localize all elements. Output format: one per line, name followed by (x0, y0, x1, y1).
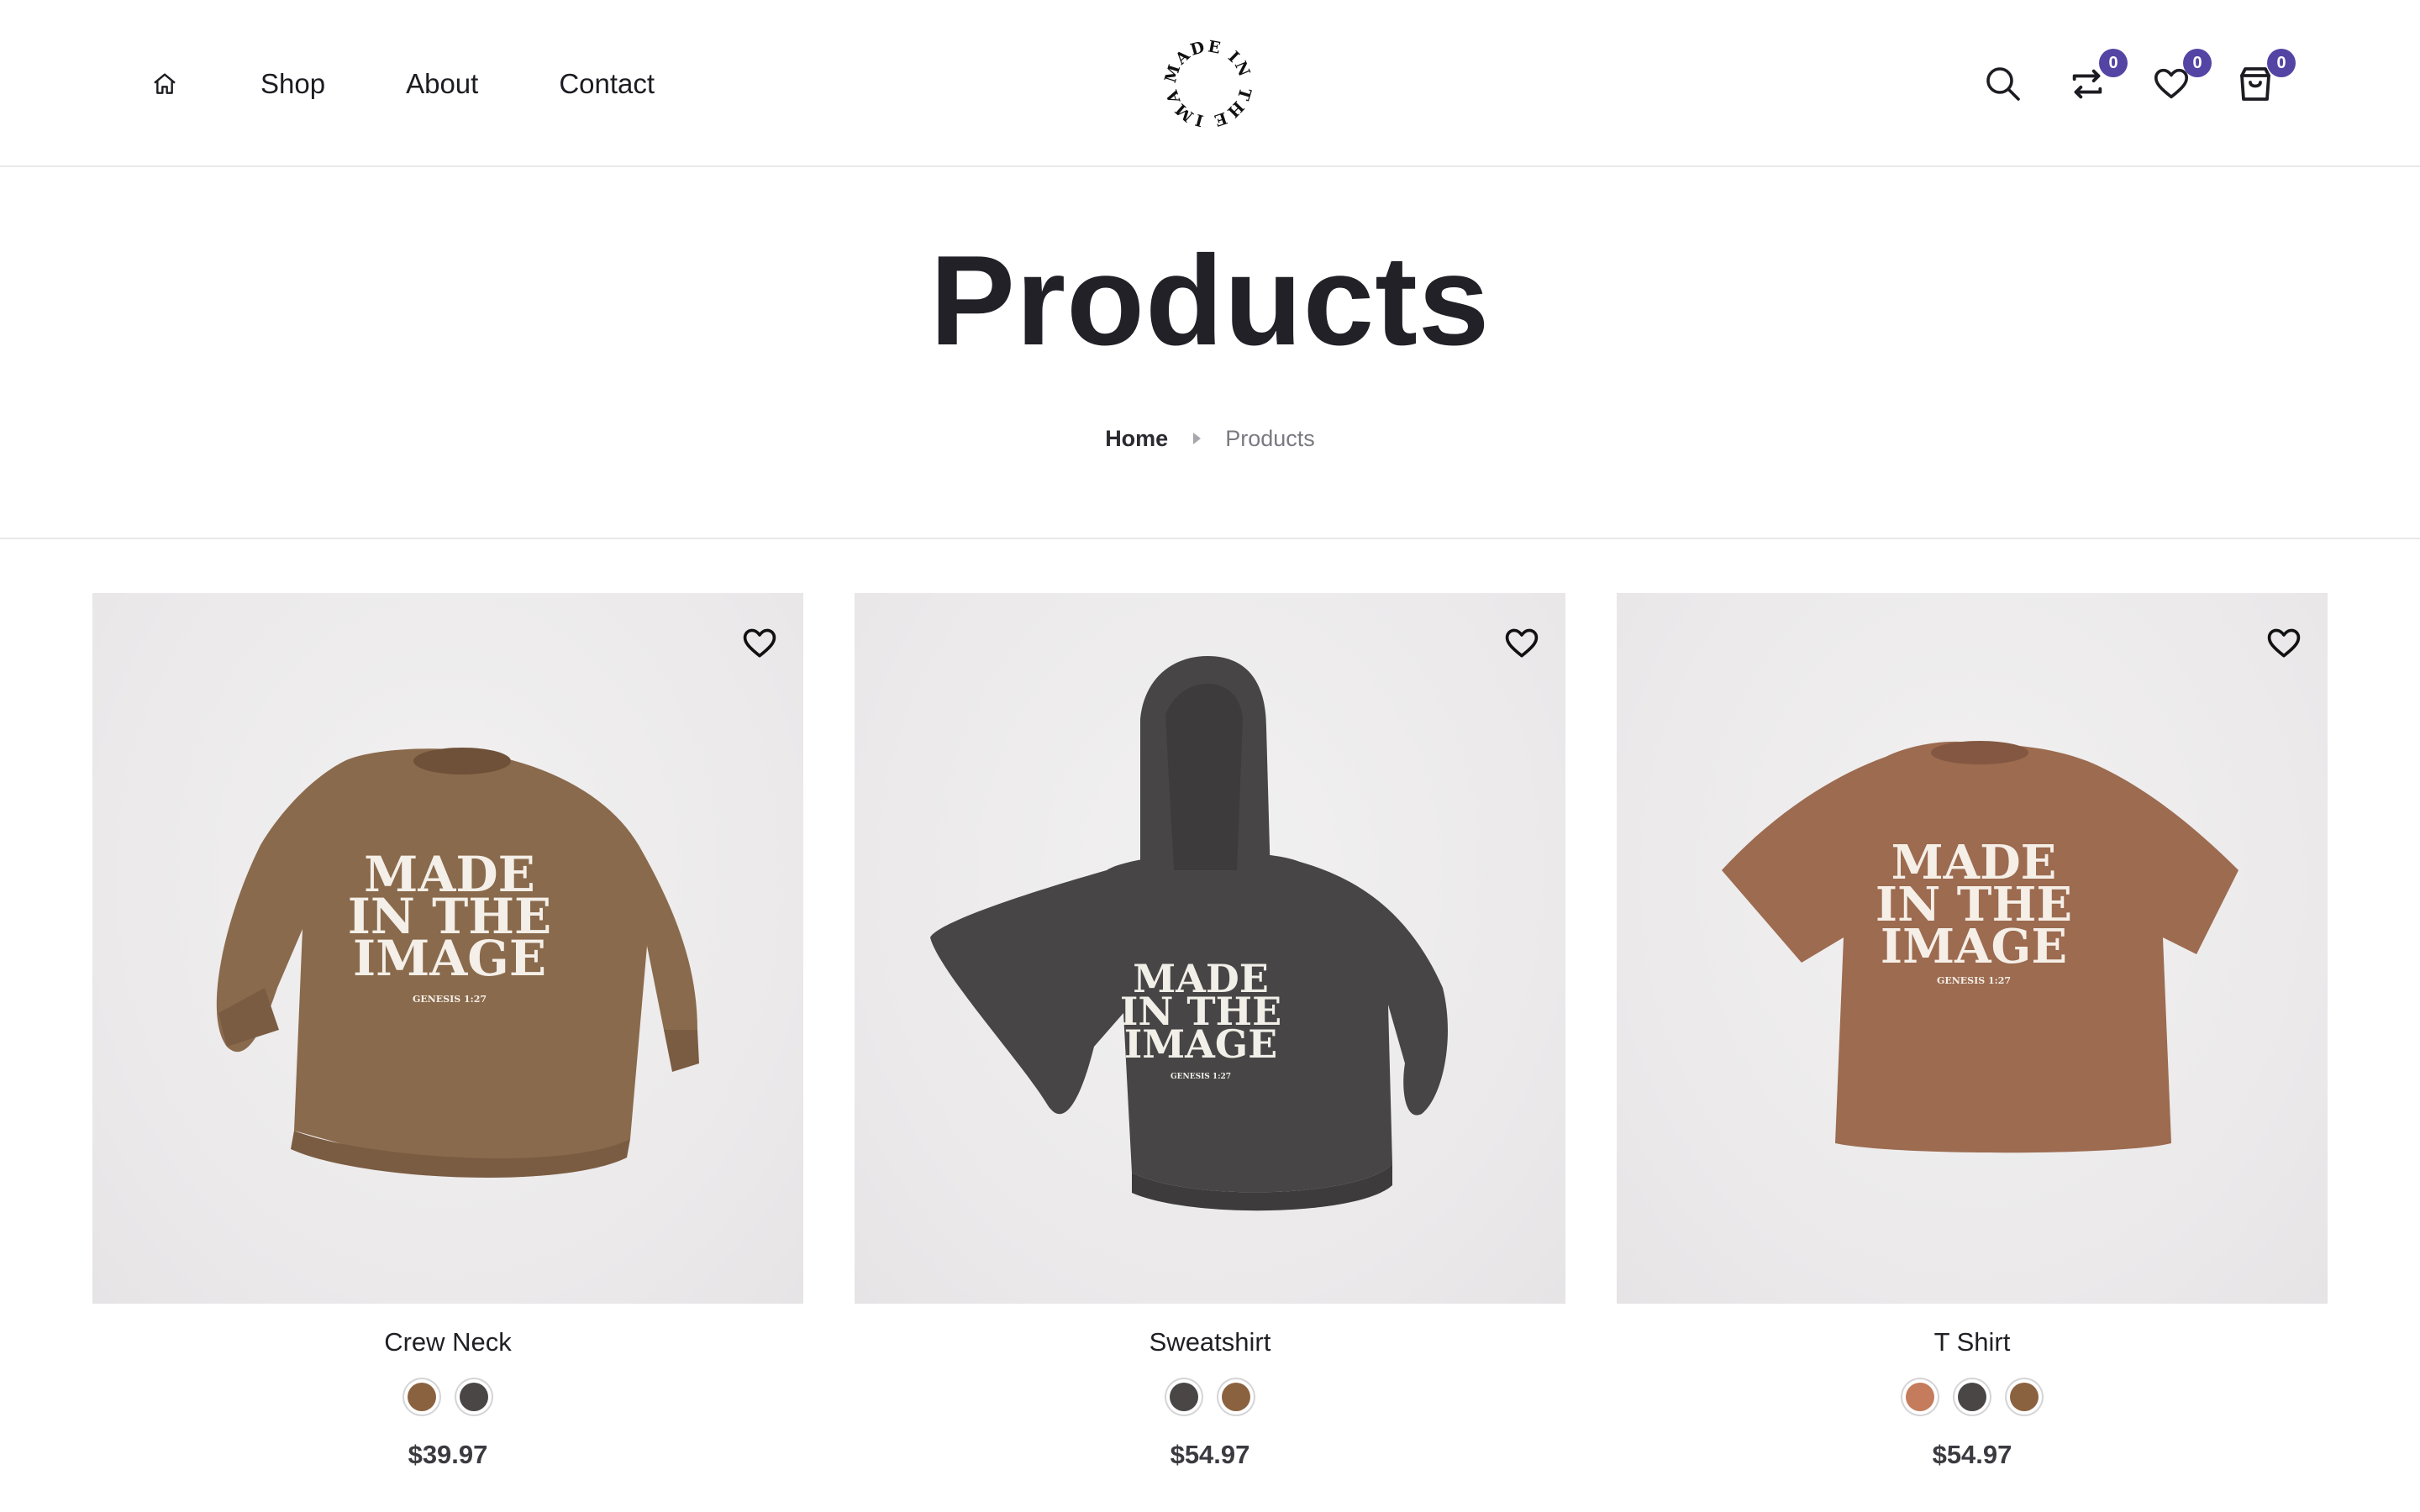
print-small: GENESIS 1:27 (1171, 1073, 1231, 1081)
breadcrumb: Home Products (0, 426, 2420, 452)
color-swatches (92, 1383, 803, 1411)
circular-logo-mark: MADE IN THE IMAGE (1154, 23, 1255, 130)
color-swatch[interactable] (460, 1383, 488, 1411)
product-name[interactable]: Sweatshirt (855, 1327, 1565, 1357)
home-link[interactable] (151, 70, 180, 98)
hoodie-illustration: MADE IN THE IMAGE GENESIS 1:27 (930, 656, 1448, 1211)
logo-text: MADE IN THE IMAGE (1154, 23, 1253, 130)
breadcrumb-separator-icon (1192, 433, 1201, 444)
search-icon (1986, 67, 2020, 101)
breadcrumb-current: Products (1225, 426, 1315, 451)
product-name[interactable]: T Shirt (1617, 1327, 2328, 1357)
color-swatches (1617, 1383, 2328, 1411)
site-header: Shop About Contact MADE IN THE IMAGE 0 (0, 0, 2420, 167)
product-price: $54.97 (1932, 1440, 2012, 1469)
color-swatch[interactable] (2010, 1383, 2039, 1411)
color-swatch[interactable] (1222, 1383, 1250, 1411)
product-image[interactable]: MADE IN THE IMAGE GENESIS 1:27 (1617, 593, 2328, 1304)
product-image[interactable]: MADE IN THE IMAGE GENESIS 1:27 (92, 593, 803, 1304)
page-hero: Products Home Products (0, 167, 2420, 539)
print-line-3: IMAGE (1124, 1021, 1277, 1067)
wishlist-button[interactable]: 0 (2149, 49, 2212, 106)
product-name[interactable]: Crew Neck (92, 1327, 803, 1357)
breadcrumb-home[interactable]: Home (1105, 426, 1168, 451)
product-card-crew-neck[interactable]: MADE IN THE IMAGE GENESIS 1:27 Crew Neck… (92, 593, 803, 1470)
color-swatch[interactable] (1958, 1383, 1986, 1411)
print-small: GENESIS 1:27 (413, 994, 487, 1005)
wishlist-heart-icon[interactable] (2265, 625, 2302, 662)
nav-shop[interactable]: Shop (260, 68, 325, 100)
cart-count-badge: 0 (2267, 49, 2296, 77)
nav-contact[interactable]: Contact (559, 68, 655, 100)
product-image[interactable]: MADE IN THE IMAGE GENESIS 1:27 (855, 593, 1565, 1304)
page-title: Products (929, 229, 1491, 372)
tshirt-illustration: MADE IN THE IMAGE GENESIS 1:27 (1722, 741, 2238, 1153)
print-line-3: IMAGE (353, 930, 546, 987)
site-logo[interactable]: MADE IN THE IMAGE (1154, 23, 1255, 131)
product-price: $54.97 (1170, 1440, 1250, 1469)
color-swatch[interactable] (1906, 1383, 1934, 1411)
wishlist-count-badge: 0 (2183, 49, 2212, 77)
print-line-3: IMAGE (1881, 919, 2067, 974)
compare-count-badge: 0 (2099, 49, 2128, 77)
product-card-t-shirt[interactable]: MADE IN THE IMAGE GENESIS 1:27 T Shirt $… (1617, 593, 2328, 1470)
cart-button[interactable]: 0 (2233, 49, 2296, 106)
color-swatch[interactable] (1170, 1383, 1198, 1411)
svg-text:MADE IN THE IMAGE: MADE IN THE IMAGE (1161, 37, 1255, 130)
compare-button[interactable]: 0 (2065, 49, 2128, 106)
home-icon (154, 73, 176, 94)
color-swatch[interactable] (408, 1383, 436, 1411)
crewneck-illustration: MADE IN THE IMAGE GENESIS 1:27 (216, 748, 699, 1178)
main-nav: Shop About Contact (151, 52, 735, 116)
wishlist-heart-icon[interactable] (1503, 625, 1540, 662)
search-button[interactable] (1981, 62, 2025, 106)
nav-about[interactable]: About (406, 68, 478, 100)
header-actions: 0 0 0 (1941, 49, 2296, 116)
print-small: GENESIS 1:27 (1937, 975, 2011, 986)
product-card-sweatshirt[interactable]: MADE IN THE IMAGE GENESIS 1:27 Sweatshir… (855, 593, 1565, 1470)
product-price: $39.97 (408, 1440, 488, 1469)
color-swatches (855, 1383, 1565, 1411)
wishlist-heart-icon[interactable] (741, 625, 778, 662)
